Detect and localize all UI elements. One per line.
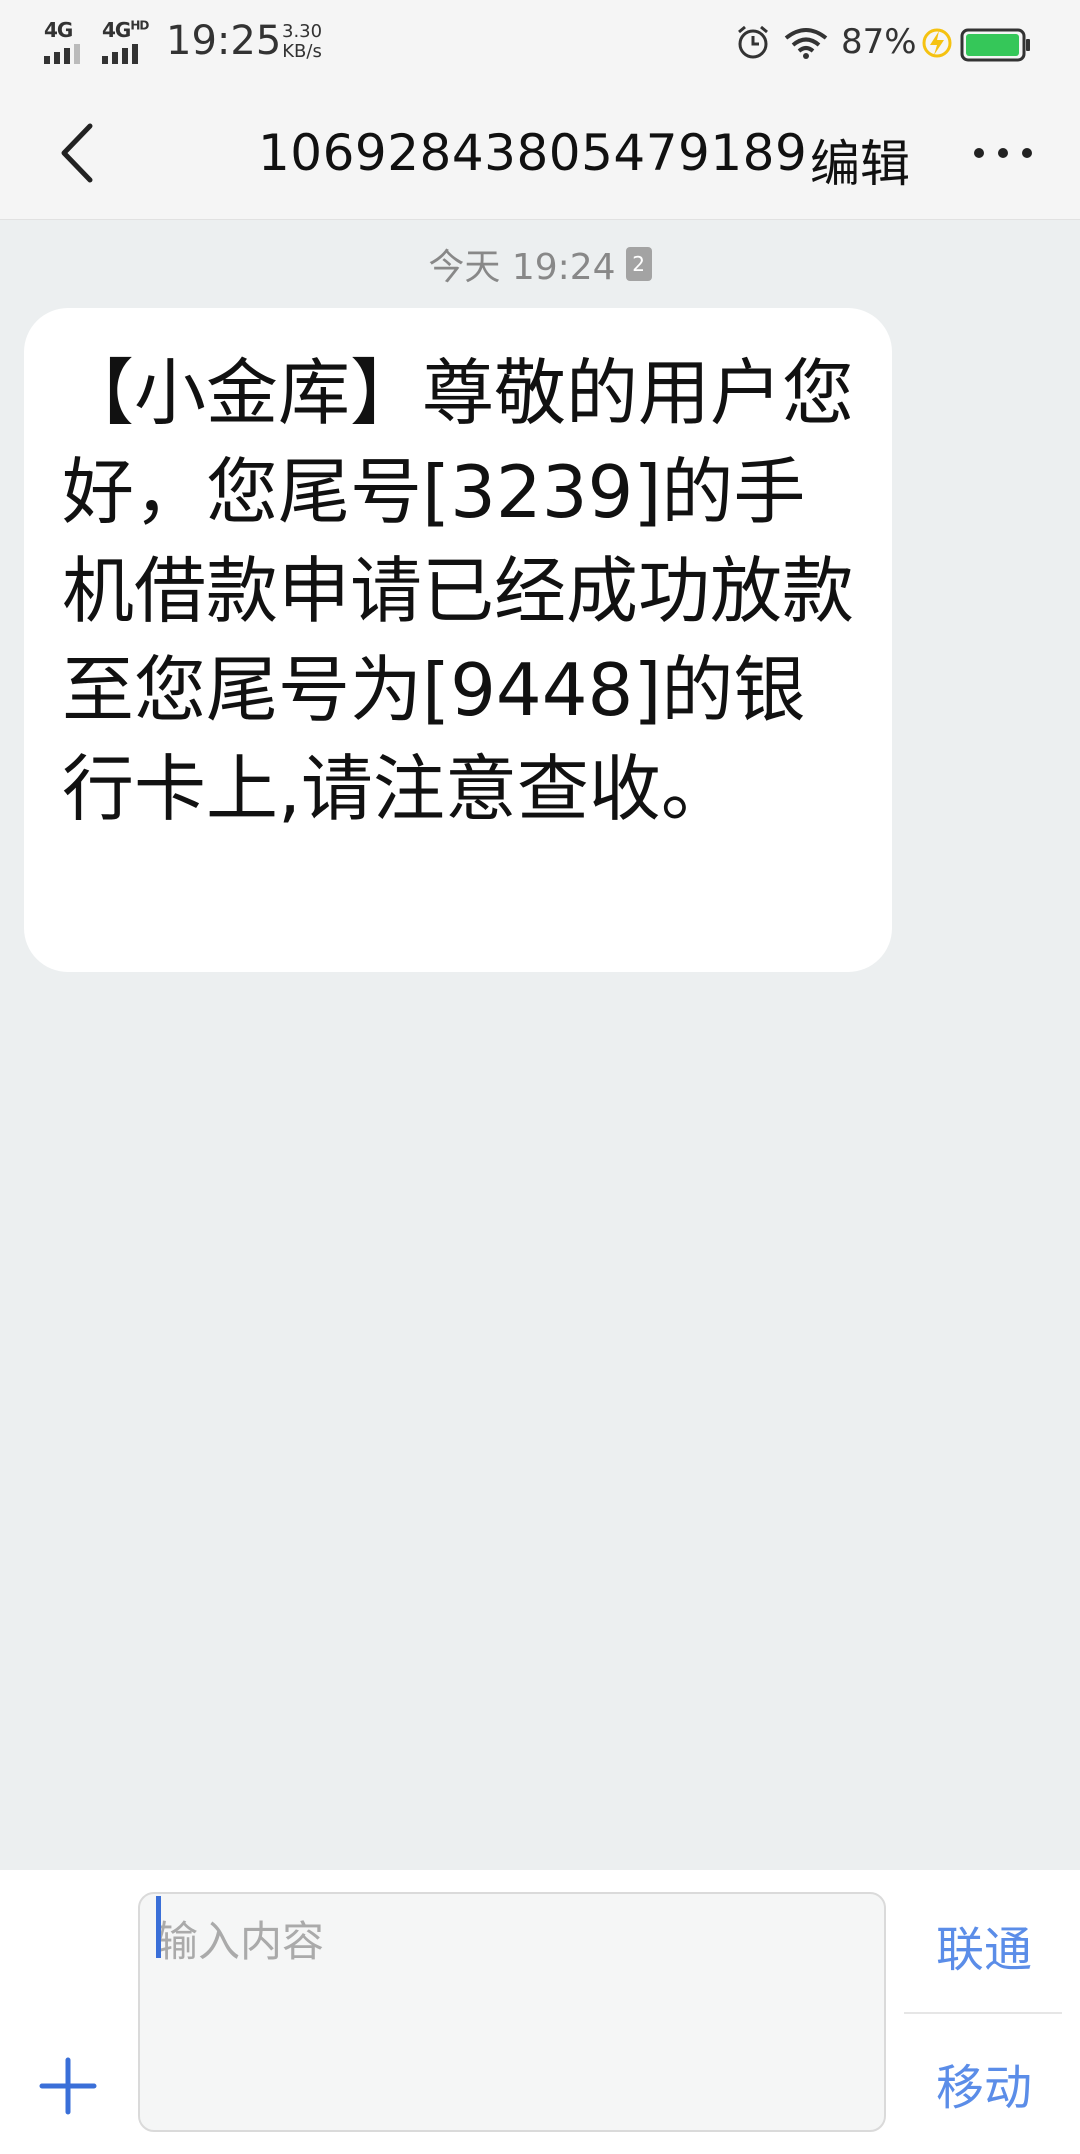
message-bubble[interactable]: 【小金库】尊敬的用户您好，您尾号[3239]的手机借款申请已经成功放款至您尾号为…	[24, 308, 892, 972]
back-arrow-icon[interactable]	[52, 118, 102, 188]
network-type-1: 4G	[44, 18, 73, 42]
network-speed-value: 3.30	[282, 21, 323, 42]
edit-button[interactable]: 编辑	[810, 124, 910, 196]
add-attachment-icon[interactable]	[38, 2056, 98, 2116]
message-input[interactable]	[138, 1892, 886, 2132]
battery-icon	[960, 28, 1030, 62]
text-caret	[156, 1896, 161, 1958]
signal-bars-icon	[44, 44, 80, 64]
timestamp-text: 今天 19:24	[428, 247, 616, 288]
message-text: 【小金库】尊敬的用户您好，您尾号[3239]的手机借款申请已经成功放款至您尾号为…	[62, 351, 855, 831]
nav-bar: 10692843805479189 编辑	[0, 88, 1080, 220]
send-mobile-button[interactable]: 移动	[906, 2038, 1062, 2128]
network-type-2-suffix: HD	[130, 18, 149, 33]
charging-bolt-icon	[922, 28, 952, 58]
network-speed-unit: KB/s	[282, 41, 322, 62]
send-divider	[904, 2012, 1062, 2014]
wifi-icon	[784, 28, 828, 59]
alarm-icon	[738, 25, 768, 59]
status-time: 19:25	[166, 18, 282, 64]
network-type-2: 4GHD	[102, 18, 149, 42]
network-speed: 3.30 KB/s	[282, 22, 322, 62]
status-bar: 4G 4GHD 19:25 3.30 KB/s 87%	[0, 0, 1080, 88]
more-options-icon[interactable]	[972, 138, 1034, 168]
network-type-2-label: 4G	[102, 18, 131, 42]
contact-number-title: 10692843805479189	[258, 124, 808, 182]
signal-bars-icon	[102, 44, 138, 64]
battery-percent: 87%	[841, 22, 917, 62]
message-timestamp: 今天 19:24 2	[0, 242, 1080, 288]
send-unicom-button[interactable]: 联通	[906, 1900, 1062, 1990]
sim-card-badge: 2	[625, 247, 652, 281]
